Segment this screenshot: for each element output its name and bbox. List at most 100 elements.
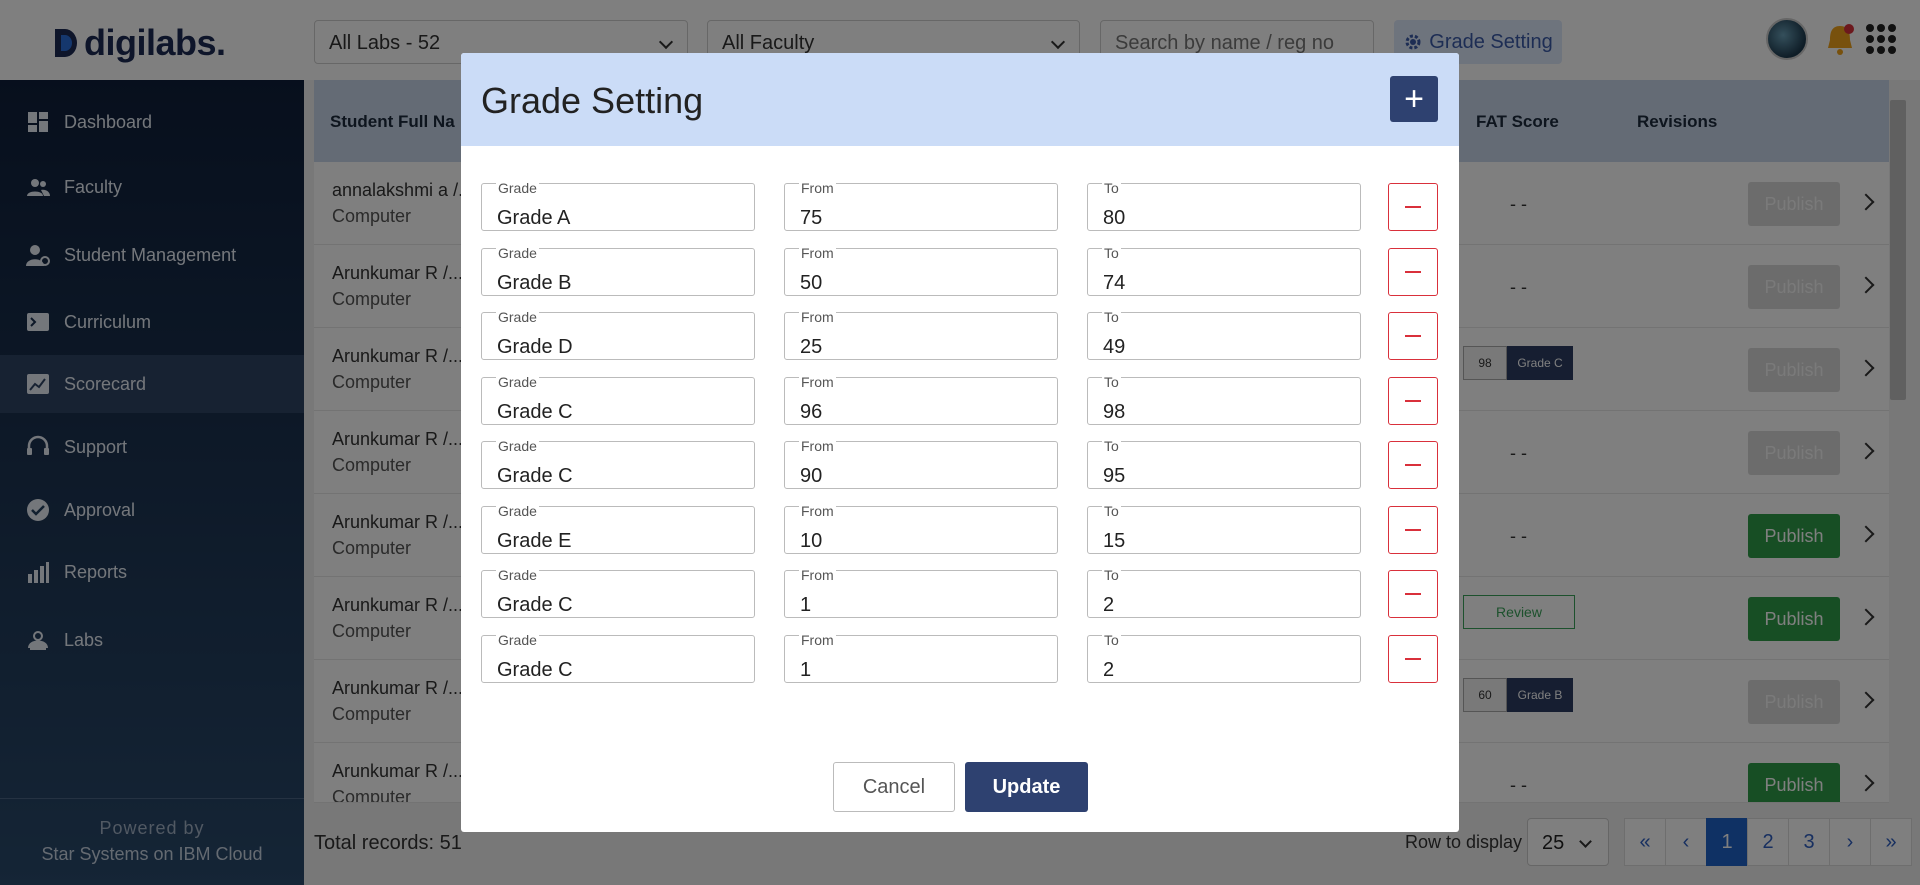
from-field-label: From — [799, 245, 836, 261]
to-field-value: 95 — [1103, 465, 1126, 487]
grade-field-value: Grade C — [497, 465, 573, 487]
cancel-button[interactable]: Cancel — [833, 762, 955, 812]
grade-row: Grade Grade E From 10 To 15 — [481, 503, 1439, 554]
grade-row: Grade Grade C From 96 To 98 — [481, 374, 1439, 425]
to-field[interactable]: To 95 — [1087, 438, 1361, 489]
to-field[interactable]: To 15 — [1087, 503, 1361, 554]
grade-field-label: Grade — [496, 632, 539, 648]
grade-field-label: Grade — [496, 503, 539, 519]
grade-field-label: Grade — [496, 438, 539, 454]
to-field-label: To — [1102, 180, 1121, 196]
from-field-value: 75 — [800, 207, 823, 229]
remove-grade-button[interactable] — [1388, 635, 1438, 683]
to-field-label: To — [1102, 438, 1121, 454]
to-field-value: 15 — [1103, 530, 1126, 552]
remove-grade-button[interactable] — [1388, 377, 1438, 425]
to-field-label: To — [1102, 245, 1121, 261]
remove-grade-button[interactable] — [1388, 441, 1438, 489]
from-field-label: From — [799, 374, 836, 390]
grade-field[interactable]: Grade Grade B — [481, 245, 755, 296]
remove-grade-button[interactable] — [1388, 183, 1438, 231]
from-field-label: From — [799, 503, 836, 519]
grade-row: Grade Grade B From 50 To 74 — [481, 245, 1439, 296]
grade-field[interactable]: Grade Grade C — [481, 632, 755, 683]
remove-grade-button[interactable] — [1388, 570, 1438, 618]
from-field[interactable]: From 75 — [784, 180, 1058, 231]
minus-icon — [1405, 206, 1421, 208]
grade-field-value: Grade C — [497, 594, 573, 616]
minus-icon — [1405, 271, 1421, 273]
from-field-value: 96 — [800, 401, 823, 423]
grade-setting-modal: Grade Setting + Grade Grade A From 75 To 80… — [461, 53, 1459, 832]
remove-grade-button[interactable] — [1388, 248, 1438, 296]
remove-grade-button[interactable] — [1388, 312, 1438, 360]
grade-field-label: Grade — [496, 374, 539, 390]
remove-grade-button[interactable] — [1388, 506, 1438, 554]
grade-field-value: Grade C — [497, 401, 573, 423]
modal-title: Grade Setting — [481, 80, 704, 121]
to-field-value: 49 — [1103, 336, 1126, 358]
modal-header: Grade Setting + — [461, 53, 1459, 146]
from-field-label: From — [799, 438, 836, 454]
from-field-value: 10 — [800, 530, 823, 552]
to-field[interactable]: To 2 — [1087, 567, 1361, 618]
to-field-label: To — [1102, 567, 1121, 583]
grade-field[interactable]: Grade Grade E — [481, 503, 755, 554]
grade-field[interactable]: Grade Grade C — [481, 438, 755, 489]
to-field-value: 80 — [1103, 207, 1126, 229]
grade-field-value: Grade E — [497, 530, 572, 552]
to-field-label: To — [1102, 503, 1121, 519]
from-field-value: 1 — [800, 594, 812, 616]
grade-field[interactable]: Grade Grade A — [481, 180, 755, 231]
update-button[interactable]: Update — [965, 762, 1088, 812]
to-field[interactable]: To 74 — [1087, 245, 1361, 296]
to-field[interactable]: To 2 — [1087, 632, 1361, 683]
to-field-label: To — [1102, 632, 1121, 648]
to-field[interactable]: To 80 — [1087, 180, 1361, 231]
grade-field-label: Grade — [496, 309, 539, 325]
to-field-value: 74 — [1103, 272, 1126, 294]
from-field[interactable]: From 96 — [784, 374, 1058, 425]
to-field[interactable]: To 49 — [1087, 309, 1361, 360]
minus-icon — [1405, 593, 1421, 595]
from-field-label: From — [799, 180, 836, 196]
from-field-value: 25 — [800, 336, 823, 358]
from-field-label: From — [799, 309, 836, 325]
grade-row: Grade Grade C From 1 To 2 — [481, 632, 1439, 683]
from-field-label: From — [799, 567, 836, 583]
to-field-value: 2 — [1103, 594, 1115, 616]
from-field[interactable]: From 1 — [784, 567, 1058, 618]
from-field[interactable]: From 25 — [784, 309, 1058, 360]
grade-field-label: Grade — [496, 245, 539, 261]
minus-icon — [1405, 335, 1421, 337]
grade-field-label: Grade — [496, 567, 539, 583]
grade-field[interactable]: Grade Grade C — [481, 374, 755, 425]
minus-icon — [1405, 464, 1421, 466]
grade-row: Grade Grade D From 25 To 49 — [481, 309, 1439, 360]
to-field-value: 98 — [1103, 401, 1126, 423]
plus-icon: + — [1404, 80, 1424, 118]
grade-field-value: Grade D — [497, 336, 573, 358]
grade-row: Grade Grade A From 75 To 80 — [481, 180, 1439, 231]
minus-icon — [1405, 400, 1421, 402]
to-field-value: 2 — [1103, 659, 1115, 681]
from-field[interactable]: From 10 — [784, 503, 1058, 554]
grade-field[interactable]: Grade Grade D — [481, 309, 755, 360]
grade-row: Grade Grade C From 1 To 2 — [481, 567, 1439, 618]
grade-field-value: Grade C — [497, 659, 573, 681]
from-field-value: 50 — [800, 272, 823, 294]
add-grade-button[interactable]: + — [1390, 76, 1438, 122]
to-field-label: To — [1102, 309, 1121, 325]
minus-icon — [1405, 658, 1421, 660]
grade-field[interactable]: Grade Grade C — [481, 567, 755, 618]
to-field-label: To — [1102, 374, 1121, 390]
grade-field-label: Grade — [496, 180, 539, 196]
minus-icon — [1405, 529, 1421, 531]
from-field[interactable]: From 90 — [784, 438, 1058, 489]
to-field[interactable]: To 98 — [1087, 374, 1361, 425]
grade-field-value: Grade B — [497, 272, 572, 294]
from-field[interactable]: From 1 — [784, 633, 1058, 683]
grade-row: Grade Grade C From 90 To 95 — [481, 438, 1439, 489]
from-field-value: 90 — [800, 465, 823, 487]
from-field[interactable]: From 50 — [784, 245, 1058, 296]
